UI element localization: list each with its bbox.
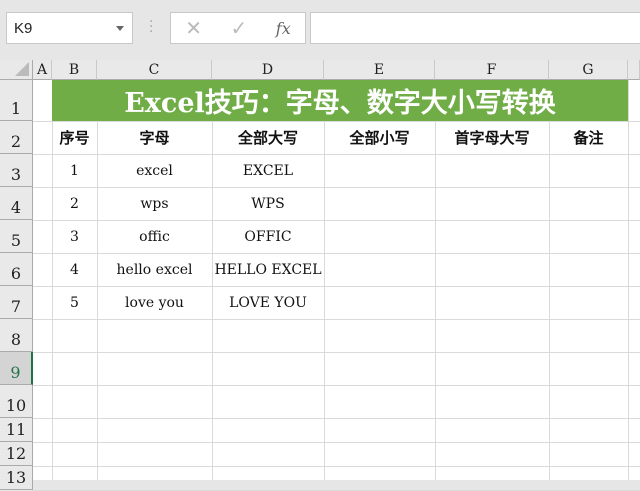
- data-cell[interactable]: offic: [97, 220, 212, 253]
- header-cell[interactable]: 序号: [52, 121, 97, 154]
- gridline-h: [33, 352, 640, 353]
- gridline-h: [33, 319, 640, 320]
- header-cell[interactable]: 首字母大写: [435, 121, 549, 154]
- cancel-icon[interactable]: ✕: [185, 16, 202, 40]
- data-cell[interactable]: LOVE YOU: [212, 286, 324, 319]
- row-header-6[interactable]: 6: [0, 253, 33, 286]
- column-header-D[interactable]: D: [212, 60, 324, 80]
- data-cell[interactable]: EXCEL: [212, 154, 324, 187]
- data-cell[interactable]: 2: [52, 187, 97, 220]
- header-cell[interactable]: 备注: [549, 121, 628, 154]
- data-cell[interactable]: OFFIC: [212, 220, 324, 253]
- spreadsheet-grid[interactable]: A B C D E F G 1 2 3 4 5 6 7 8 9 10 11 12 13 Excel技巧：字母、数字大小写…: [0, 60, 640, 491]
- column-header-B[interactable]: B: [52, 60, 97, 80]
- data-cell[interactable]: wps: [97, 187, 212, 220]
- data-cell[interactable]: 4: [52, 253, 97, 286]
- row-header-5[interactable]: 5: [0, 220, 33, 253]
- gridline-h: [33, 385, 640, 386]
- data-cell[interactable]: love you: [97, 286, 212, 319]
- select-all-corner[interactable]: [0, 60, 33, 80]
- row-header-11[interactable]: 11: [0, 418, 33, 442]
- row-header-1[interactable]: 1: [0, 80, 33, 121]
- fx-icon[interactable]: fx: [276, 19, 291, 38]
- formula-buttons: ✕ ✓ fx: [170, 12, 306, 44]
- name-box[interactable]: K9: [6, 12, 133, 44]
- header-cell[interactable]: 全部小写: [324, 121, 435, 154]
- drag-handle-icon[interactable]: · · ·: [149, 15, 155, 39]
- gridline-v: [628, 80, 629, 480]
- row-header-3[interactable]: 3: [0, 154, 33, 187]
- confirm-icon[interactable]: ✓: [231, 16, 248, 40]
- data-cell[interactable]: 1: [52, 154, 97, 187]
- row-header-7[interactable]: 7: [0, 286, 33, 319]
- column-header-A[interactable]: A: [33, 60, 52, 80]
- column-header-C[interactable]: C: [97, 60, 212, 80]
- chevron-down-icon[interactable]: [116, 26, 124, 31]
- gridline-h: [33, 442, 640, 443]
- data-cell[interactable]: hello excel: [97, 253, 212, 286]
- data-cell[interactable]: HELLO EXCEL: [212, 253, 324, 286]
- row-header-12[interactable]: 12: [0, 442, 33, 466]
- row-header-10[interactable]: 10: [0, 385, 33, 418]
- name-box-value: K9: [14, 20, 33, 37]
- row-header-13[interactable]: 13: [0, 466, 33, 490]
- header-cell[interactable]: 字母: [97, 121, 212, 154]
- row-header-9[interactable]: 9: [0, 352, 33, 385]
- row-header-2[interactable]: 2: [0, 121, 33, 154]
- column-header-blank[interactable]: [628, 60, 640, 80]
- header-cell[interactable]: 全部大写: [212, 121, 324, 154]
- gridline-h: [33, 466, 640, 467]
- title-cell[interactable]: Excel技巧：字母、数字大小写转换: [52, 80, 628, 121]
- column-header-F[interactable]: F: [435, 60, 549, 80]
- data-cell[interactable]: 3: [52, 220, 97, 253]
- data-cell[interactable]: excel: [97, 154, 212, 187]
- formula-input[interactable]: [310, 12, 640, 44]
- data-cell[interactable]: WPS: [212, 187, 324, 220]
- gridline-h: [33, 418, 640, 419]
- column-header-E[interactable]: E: [324, 60, 435, 80]
- row-header-8[interactable]: 8: [0, 319, 33, 352]
- data-cell[interactable]: 5: [52, 286, 97, 319]
- row-header-4[interactable]: 4: [0, 187, 33, 220]
- column-header-G[interactable]: G: [549, 60, 628, 80]
